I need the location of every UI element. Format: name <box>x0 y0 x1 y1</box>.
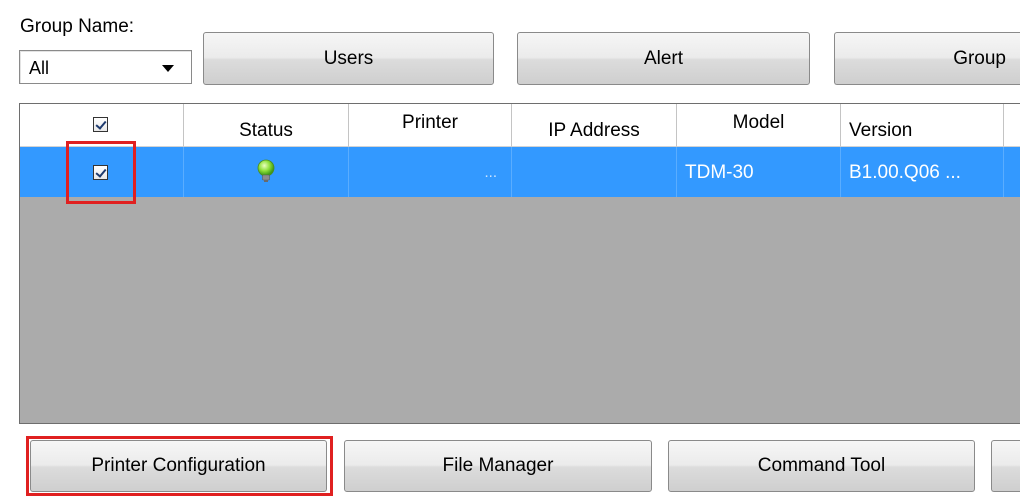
row-printer-cell: ... <box>349 147 512 197</box>
chevron-down-icon[interactable] <box>162 65 174 72</box>
group-button[interactable]: Group <box>834 32 1020 85</box>
group-name-selected-value: All <box>29 58 50 78</box>
table-row[interactable]: ... TDM-30 B1.00.Q06 ... <box>20 147 1020 197</box>
file-manager-button[interactable]: File Manager <box>344 440 652 492</box>
column-header-model[interactable]: Model <box>677 104 841 147</box>
users-button-label: Users <box>323 47 374 69</box>
column-header-printer[interactable]: Printer <box>349 104 512 147</box>
row-version-cell: B1.00.Q06 ... <box>841 147 1004 197</box>
row-model-cell: TDM-30 <box>677 147 841 197</box>
select-all-checkbox[interactable] <box>93 117 108 132</box>
group-button-label: Group <box>953 47 1006 69</box>
users-button[interactable]: Users <box>203 32 494 85</box>
next-tool-button[interactable] <box>991 440 1020 492</box>
alert-button-label: Alert <box>643 47 684 69</box>
group-name-label: Group Name: <box>20 16 135 37</box>
column-header-version[interactable]: Version <box>841 104 1004 147</box>
column-header-ip-address[interactable]: IP Address <box>512 104 677 147</box>
group-name-select[interactable]: All <box>19 50 192 84</box>
row-status-cell <box>184 147 349 197</box>
command-tool-button[interactable]: Command Tool <box>668 440 975 492</box>
printer-configuration-highlight-box <box>26 436 333 496</box>
row-ip-cell <box>512 147 677 197</box>
printer-grid[interactable]: Status Printer IP Address Model Version <box>19 103 1020 424</box>
green-bulb-icon <box>257 159 275 182</box>
row-extra-cell <box>1004 147 1020 197</box>
command-tool-button-label: Command Tool <box>757 455 886 476</box>
column-header-status[interactable]: Status <box>184 104 349 147</box>
alert-button[interactable]: Alert <box>517 32 810 85</box>
column-header-extra[interactable] <box>1004 104 1020 147</box>
file-manager-button-label: File Manager <box>442 455 554 476</box>
checkbox-highlight-box <box>66 141 136 204</box>
